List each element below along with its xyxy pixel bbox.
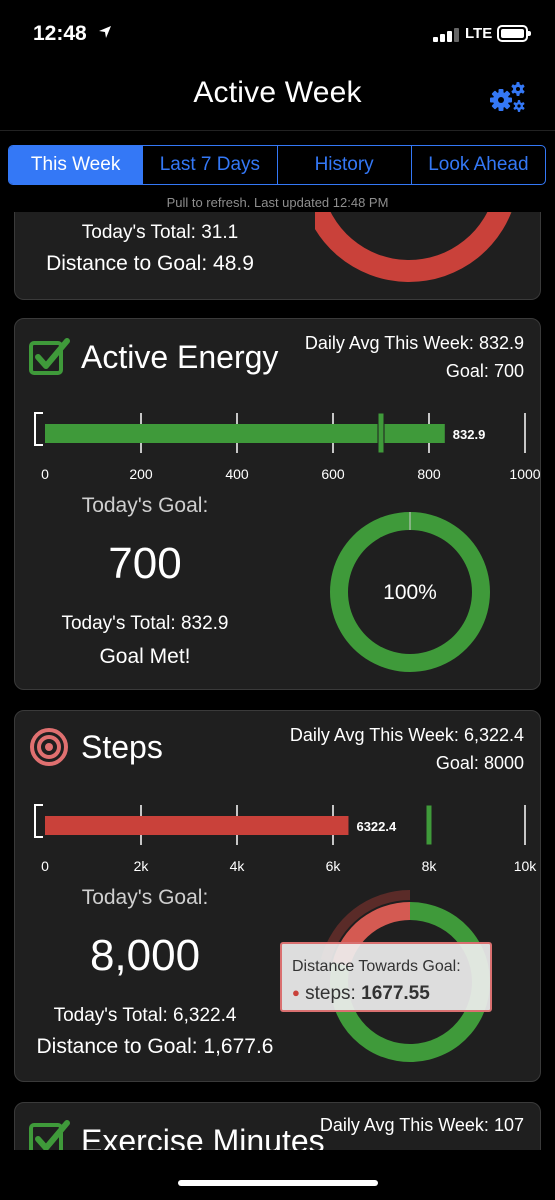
steps-avg-value: 6,322.4: [463, 725, 524, 745]
steps-todays-goal-value: 8,000: [89, 931, 201, 980]
steps-tick-label: 10k: [514, 858, 538, 874]
location-arrow-icon: [98, 25, 112, 42]
steps-distance-line: Distance to Goal: 1,677.6: [15, 1035, 295, 1059]
partial-total-label: Today's Total:: [81, 222, 196, 243]
nav-divider: [0, 130, 555, 131]
steps-card[interactable]: Steps Daily Avg This Week: 6,322.4 Goal:…: [14, 710, 541, 1082]
tab-last-7-days[interactable]: Last 7 Days: [143, 146, 278, 184]
steps-tooltip: Distance Towards Goal: ● steps: 1677.55: [280, 942, 492, 1012]
active-energy-tick-label: 0: [41, 466, 49, 482]
tab-history[interactable]: History: [278, 146, 412, 184]
partial-total-line: Today's Total: 31.1: [30, 222, 290, 244]
network-label: LTE: [465, 25, 493, 42]
signal-icon: [433, 28, 461, 42]
steps-tick-label: 2k: [134, 858, 150, 874]
active-energy-tick-label: 200: [129, 466, 153, 482]
status-time: 12:48: [33, 22, 87, 45]
active-energy-total-label: Today's Total:: [61, 613, 176, 634]
partial-total-value: 31.1: [201, 222, 239, 243]
tab-this-week[interactable]: This Week: [9, 146, 144, 184]
partial-distance-label: Distance to Goal:: [46, 252, 208, 275]
tooltip-value: 1677.55: [361, 983, 430, 1004]
steps-avg-label: Daily Avg This Week:: [289, 725, 459, 745]
steps-total-label: Today's Total:: [53, 1005, 168, 1026]
active-energy-total-value: 832.9: [180, 613, 229, 634]
steps-value-label: 6322.4: [356, 819, 397, 834]
target-icon: [29, 727, 69, 772]
gear-icon[interactable]: [488, 80, 528, 114]
steps-goal-value: 8000: [483, 753, 524, 773]
active-energy-avg: Daily Avg This Week: 832.9 Goal: 700: [305, 329, 524, 385]
partial-distance-line: Distance to Goal: 48.9: [10, 252, 290, 276]
steps-goal-marker: [425, 804, 433, 846]
steps-total-line: Today's Total: 6,322.4: [15, 1005, 275, 1027]
tab-bar: This Week Last 7 Days History Look Ahead: [8, 145, 546, 185]
steps-bar-bracket: [34, 804, 43, 838]
active-energy-tick-label: 600: [321, 466, 345, 482]
exercise-avg-value: 107: [493, 1115, 524, 1135]
steps-todays-goal-label: Today's Goal:: [81, 886, 209, 909]
steps-value-bar: [45, 816, 349, 835]
home-indicator[interactable]: [178, 1180, 378, 1186]
active-energy-goal-label: Goal:: [445, 361, 489, 381]
battery-icon: [497, 25, 531, 42]
active-energy-title: Active Energy: [81, 339, 279, 375]
active-energy-ring-percent: 100%: [383, 581, 437, 604]
partial-distance-value: 48.9: [213, 252, 254, 275]
steps-tick-label: 6k: [326, 858, 342, 874]
refresh-hint: Pull to refresh. Last updated 12:48 PM: [166, 195, 389, 210]
partial-donut-red: [315, 212, 512, 282]
steps-tick-label: 0: [41, 858, 49, 874]
steps-avg: Daily Avg This Week: 6,322.4 Goal: 8000: [290, 721, 524, 777]
active-energy-avg-label: Daily Avg This Week:: [304, 333, 474, 353]
active-energy-value-label: 832.9: [453, 427, 486, 442]
partial-donut-chart: [315, 212, 512, 282]
active-energy-status: Goal Met!: [99, 645, 191, 668]
steps-distance-value: 1,677.6: [203, 1035, 274, 1058]
page-title: Active Week: [193, 76, 362, 109]
steps-goal-label: Goal:: [435, 753, 479, 773]
active-energy-bar-chart: 0 200 400 600 800 1000 832.9: [34, 412, 541, 482]
exercise-avg-label: Daily Avg This Week:: [319, 1115, 489, 1135]
active-energy-value-bar: [45, 424, 445, 443]
exercise-avg: Daily Avg This Week: 107: [320, 1111, 524, 1139]
active-energy-card[interactable]: Active Energy Daily Avg This Week: 832.9…: [14, 318, 541, 690]
steps-distance-label: Distance to Goal:: [36, 1035, 198, 1058]
active-energy-goal-marker: [377, 412, 385, 454]
steps-total-value: 6,322.4: [173, 1005, 237, 1026]
checkmark-icon: [29, 337, 71, 382]
active-energy-donut-chart: 100%: [330, 512, 491, 672]
active-energy-goal-value: 700: [493, 361, 524, 381]
active-energy-avg-value: 832.9: [478, 333, 524, 353]
active-energy-tick-label: 400: [225, 466, 249, 482]
bottom-safe-area: [0, 1150, 555, 1200]
steps-tick-label: 4k: [230, 858, 246, 874]
steps-title: Steps: [81, 729, 163, 765]
active-energy-todays-goal-label: Today's Goal:: [81, 494, 209, 517]
status-bar: 12:48 LTE: [0, 0, 555, 60]
active-energy-total-line: Today's Total: 832.9: [15, 613, 275, 635]
tooltip-series-dot: ●: [292, 985, 300, 1000]
partial-metric-card: Today's Total: 31.1 Distance to Goal: 48…: [14, 212, 541, 300]
steps-tick-label: 8k: [422, 858, 438, 874]
active-energy-bar-bracket: [34, 412, 43, 446]
active-energy-tick-label: 800: [417, 466, 441, 482]
tab-look-ahead[interactable]: Look Ahead: [412, 146, 545, 184]
tooltip-title: Distance Towards Goal:: [292, 958, 461, 975]
active-energy-todays-goal-value: 700: [108, 539, 182, 588]
tooltip-line: ● steps: 1677.55: [292, 983, 430, 1005]
active-energy-tick-label: 1000: [509, 466, 540, 482]
tooltip-series-label: steps:: [305, 983, 356, 1004]
steps-bar-chart: 0 2k 4k 6k 8k 10k 6322.4: [34, 804, 538, 874]
